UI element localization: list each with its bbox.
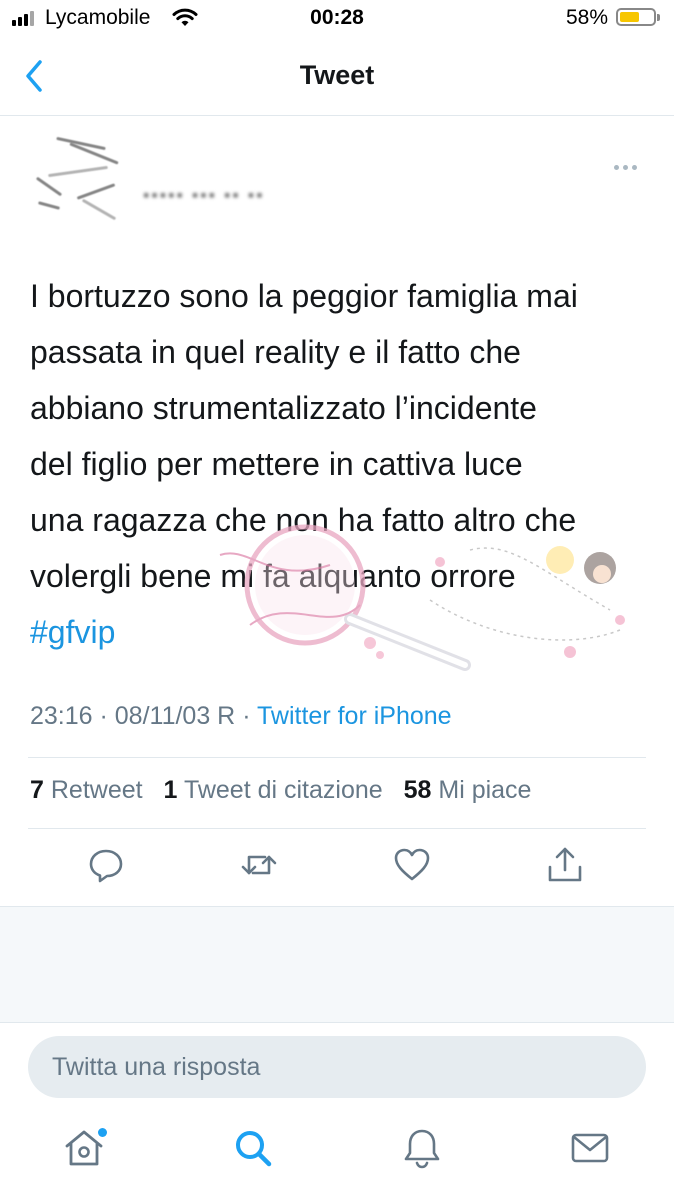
retweet-icon [241,855,277,875]
tab-home[interactable] [62,1126,112,1176]
quotes-count: 1 [163,776,178,804]
reply-input[interactable] [28,1036,646,1098]
quotes-label: Tweet di citazione [183,776,383,804]
author-name-redacted[interactable]: ▪▪▪▪▪ ▪▪▪ ▪▪ ▪▪ [143,185,265,206]
tweet-text-line: I bortuzzo sono la peggior famiglia mai [30,278,578,314]
tweet-author[interactable]: ▪▪▪▪▪ ▪▪▪ ▪▪ ▪▪ [28,130,628,230]
tweet-source-link[interactable]: Twitter for iPhone [257,702,452,730]
tweet-meta: 23:16 · 08/11/03 R · Twitter for iPhone [30,702,452,731]
page-title: Tweet [299,60,375,90]
likes-label: Mi piace [438,776,532,804]
reply-icon [89,849,123,883]
retweet-button[interactable] [239,845,279,889]
tweet-stats: 7 Retweet 1 Tweet di citazione 58 Mi pia… [30,776,545,805]
retweets-label: Retweet [50,776,143,804]
tweet-action-bar [0,845,674,895]
avatar[interactable] [28,130,128,225]
share-icon [548,847,582,882]
tab-bar [0,1118,674,1200]
tab-notifications[interactable] [400,1126,450,1176]
tweet-text-line: del figlio per mettere in cattiva luce [30,446,523,482]
retweets-stat[interactable]: 7 Retweet [30,776,143,804]
quotes-stat[interactable]: 1 Tweet di citazione [164,776,383,804]
ellipsis-icon[interactable] [614,160,644,174]
messages-icon [571,1133,609,1163]
reply-button[interactable] [86,845,126,889]
battery-percentage: 58% [566,6,609,29]
tweet-text-line: abbiano strumentalizzato l’incidente [30,390,537,426]
navigation-bar: Tweet [0,40,674,116]
likes-stat[interactable]: 58 Mi piace [404,776,532,804]
search-icon [236,1131,272,1167]
tab-search[interactable] [231,1126,281,1176]
retweets-count: 7 [30,776,44,804]
separator: · [242,702,258,730]
divider [28,757,646,758]
divider [28,828,646,829]
watermark-cartoon [429,546,625,658]
like-icon [394,848,430,881]
likes-count: 58 [403,776,432,804]
tweet-text-line: passata in quel reality e il fatto che [30,334,521,370]
notifications-icon [404,1129,440,1169]
notification-dot [98,1128,107,1137]
battery-icon [616,8,660,26]
like-button[interactable] [392,845,432,889]
tab-messages[interactable] [568,1126,618,1176]
status-bar: Lycamobile 00:28 58% [0,0,674,40]
share-button[interactable] [545,845,585,889]
tweet-timestamp: 23:16 · 08/11/03 R [30,702,236,730]
replies-area [0,906,674,1023]
